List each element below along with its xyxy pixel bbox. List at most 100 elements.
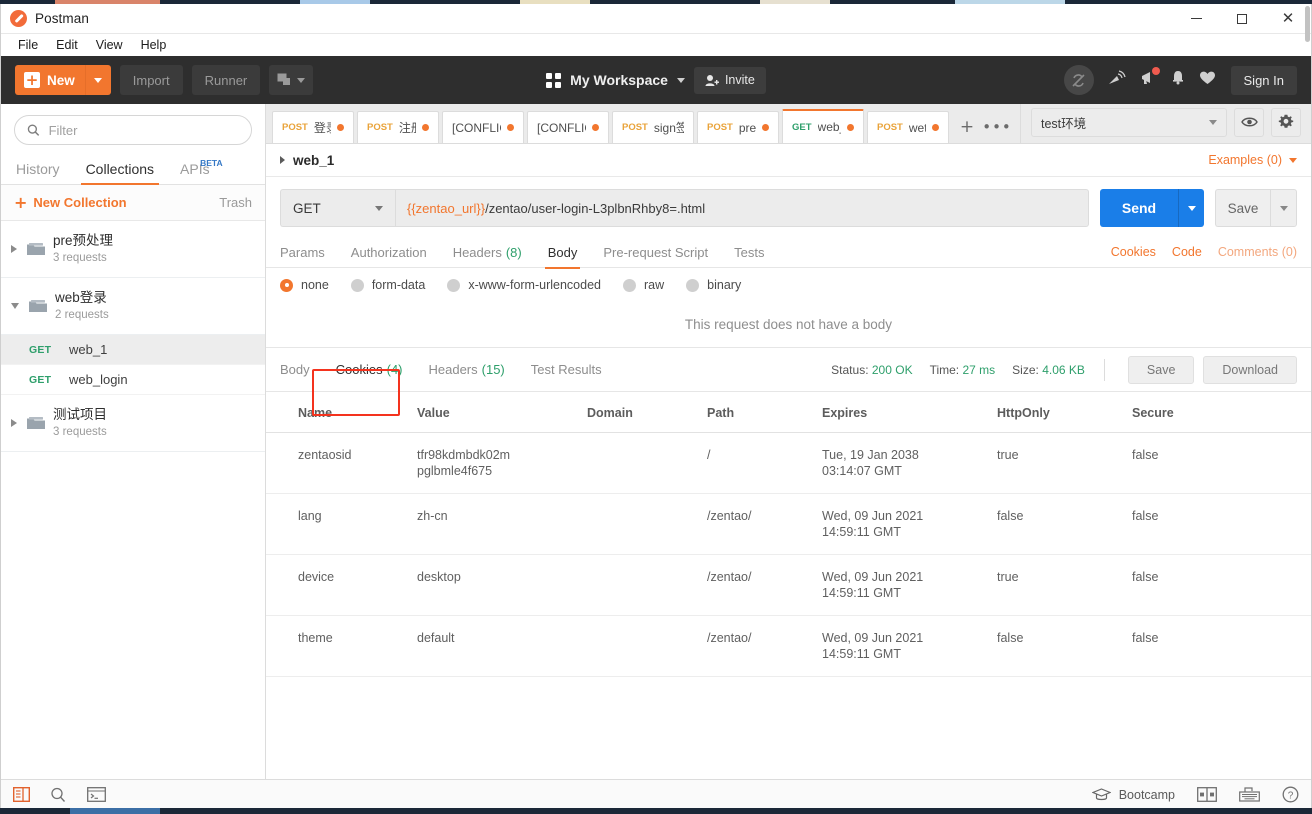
tab-authorization[interactable]: Authorization xyxy=(351,237,427,268)
response-download-button[interactable]: Download xyxy=(1203,355,1297,384)
chevron-right-icon[interactable] xyxy=(11,419,17,427)
request-section-tabs: Params Authorization Headers (8) Body Pr… xyxy=(266,237,1311,269)
collection-item-test-project[interactable]: 测试项目 3 requests xyxy=(1,395,265,452)
bell-icon[interactable] xyxy=(1170,69,1186,91)
new-tab-button[interactable]: + xyxy=(952,111,982,143)
request-tab-2[interactable]: [CONFLIC xyxy=(442,111,524,143)
tab-headers[interactable]: Headers (8) xyxy=(453,237,522,268)
sign-in-button[interactable]: Sign In xyxy=(1230,65,1297,95)
chevron-right-icon[interactable] xyxy=(280,156,285,164)
trash-button[interactable]: Trash xyxy=(219,195,252,210)
help-icon[interactable]: ? xyxy=(1282,786,1299,803)
runner-button[interactable]: Runner xyxy=(191,65,261,95)
tab-title: [CONFLIC xyxy=(537,120,586,135)
chevron-down-icon[interactable] xyxy=(676,77,685,83)
menu-help[interactable]: Help xyxy=(132,36,176,54)
invite-button[interactable]: Invite xyxy=(693,66,766,94)
environment-select[interactable]: test环境 xyxy=(1031,107,1227,137)
body-split: History Collections APIs BETA + New Coll… xyxy=(1,6,1311,779)
sidebar-tab-apis[interactable]: APIs BETA xyxy=(167,158,223,184)
new-button[interactable]: + New xyxy=(15,65,111,95)
collection-name: pre预处理 xyxy=(53,233,114,248)
find-icon[interactable] xyxy=(50,787,67,803)
request-tab-4[interactable]: POST sign签名 xyxy=(612,111,694,143)
request-tab-5[interactable]: POST pre xyxy=(697,111,779,143)
manage-environments-button[interactable] xyxy=(1271,107,1301,137)
response-tab-cookies[interactable]: Cookies (4) xyxy=(336,348,403,392)
maximize-button[interactable] xyxy=(1219,4,1265,34)
tab-tests[interactable]: Tests xyxy=(734,237,764,268)
body-type-form-data[interactable]: form-data xyxy=(350,278,425,292)
response-tab-headers-count: (15) xyxy=(481,362,505,377)
unsaved-dot-icon xyxy=(337,124,344,131)
sidebar-tab-collections[interactable]: Collections xyxy=(73,161,167,185)
save-options-button[interactable] xyxy=(1270,189,1297,227)
body-type-none[interactable]: none xyxy=(280,278,329,292)
main-scrollbar[interactable] xyxy=(1304,4,1311,809)
heart-icon[interactable] xyxy=(1199,70,1216,91)
tab-options-button[interactable]: ••• xyxy=(982,111,1012,143)
import-button[interactable]: Import xyxy=(119,65,183,95)
chevron-right-icon[interactable] xyxy=(11,245,17,253)
collection-item-pre[interactable]: pre预处理 3 requests xyxy=(1,221,265,278)
response-tab-test-results[interactable]: Test Results xyxy=(531,348,602,392)
filter-input[interactable] xyxy=(48,122,239,138)
tab-title: wet xyxy=(908,120,926,135)
request-tab-7[interactable]: POST wet xyxy=(867,111,949,143)
sidebar-tab-history[interactable]: History xyxy=(3,161,73,184)
console-icon[interactable] xyxy=(87,787,106,802)
maximize-icon xyxy=(1237,13,1247,24)
comments-link[interactable]: Comments (0) xyxy=(1218,245,1297,259)
bootcamp-button[interactable]: Bootcamp xyxy=(1091,787,1175,802)
examples-dropdown[interactable]: Examples (0) xyxy=(1208,153,1297,167)
collection-count: 3 requests xyxy=(53,426,107,438)
keyboard-shortcuts-icon[interactable] xyxy=(1239,787,1260,802)
new-collection-button[interactable]: + New Collection xyxy=(14,194,127,211)
request-tab-3[interactable]: [CONFLIC xyxy=(527,111,609,143)
bootcamp-label: Bootcamp xyxy=(1118,787,1175,802)
new-dropdown-button[interactable] xyxy=(84,65,111,95)
tab-body[interactable]: Body xyxy=(544,237,580,269)
send-options-button[interactable] xyxy=(1178,189,1204,227)
megaphone-icon[interactable] xyxy=(1139,67,1160,91)
response-save-button[interactable]: Save xyxy=(1127,355,1195,384)
body-type-urlencoded-label: x-www-form-urlencoded xyxy=(468,278,601,292)
radio-icon xyxy=(447,278,461,292)
code-link[interactable]: Code xyxy=(1172,245,1202,259)
sidebar-toggle-icon[interactable] xyxy=(13,787,30,802)
method-select[interactable]: GET xyxy=(280,189,395,227)
body-type-raw[interactable]: raw xyxy=(623,278,664,292)
chevron-down-icon[interactable] xyxy=(11,303,19,309)
body-type-urlencoded[interactable]: x-www-form-urlencoded xyxy=(447,278,601,292)
menu-edit[interactable]: Edit xyxy=(47,36,87,54)
send-button[interactable]: Send xyxy=(1100,189,1178,227)
menu-file[interactable]: File xyxy=(9,36,47,54)
request-item-web-1[interactable]: GET web_1 xyxy=(1,335,265,365)
minimize-button[interactable] xyxy=(1173,4,1219,34)
response-tab-headers[interactable]: Headers (15) xyxy=(429,348,505,392)
workspace-name[interactable]: My Workspace xyxy=(570,72,668,88)
request-tab-6-active[interactable]: GET web_ xyxy=(782,109,864,143)
cookies-link[interactable]: Cookies xyxy=(1111,245,1156,259)
request-tab-0[interactable]: POST 登录 xyxy=(272,111,354,143)
menu-view[interactable]: View xyxy=(87,36,132,54)
two-pane-layout-icon[interactable] xyxy=(1197,787,1217,802)
satellite-icon[interactable] xyxy=(1107,69,1126,91)
request-item-web-login[interactable]: GET web_login xyxy=(1,365,265,395)
filter-box[interactable] xyxy=(14,115,252,145)
request-tab-1[interactable]: POST 注册 xyxy=(357,111,439,143)
notification-dot xyxy=(1151,67,1160,75)
new-window-button[interactable] xyxy=(269,65,314,95)
url-input[interactable]: {{zentao_url}}/zentao/user-login-L3plbnR… xyxy=(395,189,1089,227)
scrollbar-thumb[interactable] xyxy=(1305,6,1310,42)
environment-quick-look-button[interactable] xyxy=(1234,107,1264,137)
main-pane: POST 登录 POST 注册 [CONFLIC [CONFLIC xyxy=(266,6,1311,779)
body-type-binary[interactable]: binary xyxy=(686,278,741,292)
folder-icon xyxy=(27,243,45,255)
sync-disabled-icon[interactable] xyxy=(1063,65,1094,95)
tab-params[interactable]: Params xyxy=(280,237,325,268)
save-button[interactable]: Save xyxy=(1215,189,1270,227)
collection-item-web[interactable]: web登录 2 requests xyxy=(1,278,265,335)
response-tab-body[interactable]: Body xyxy=(280,348,310,392)
tab-pre-request-script[interactable]: Pre-request Script xyxy=(603,237,708,268)
